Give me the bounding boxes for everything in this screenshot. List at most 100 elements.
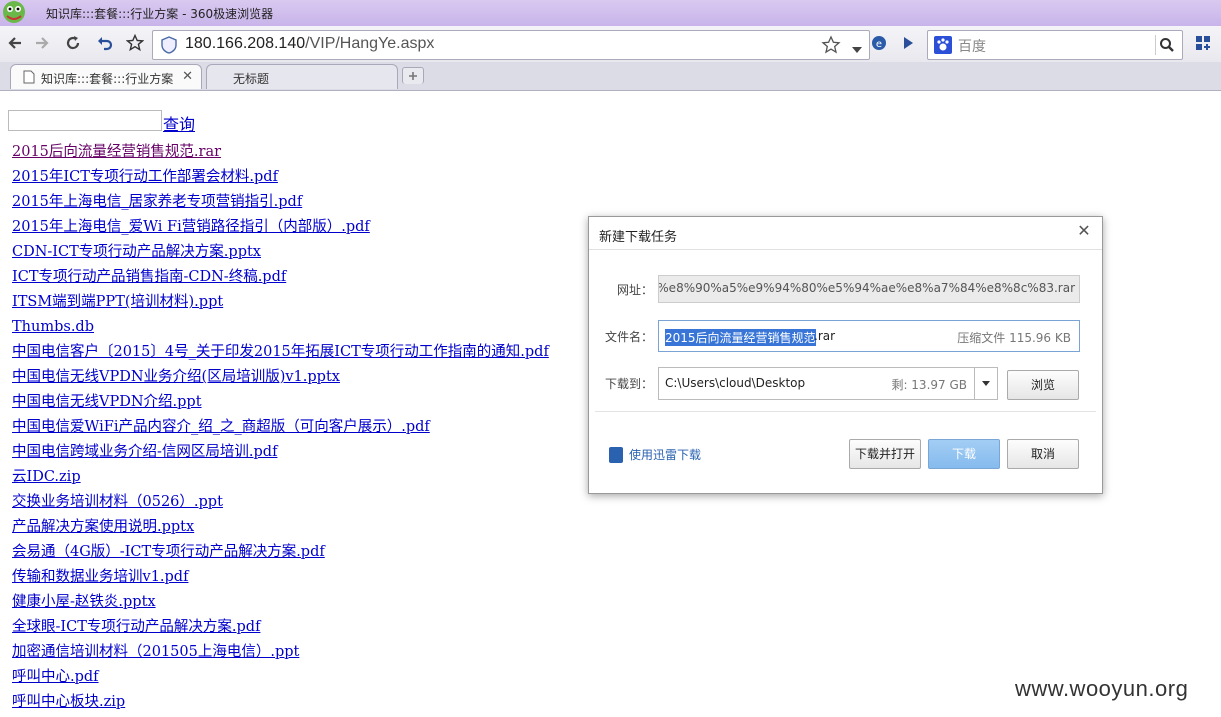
list-item: 2015年上海电信_爱Wi Fi营销路径指引（内部版）.pdf <box>12 217 549 242</box>
new-tab-button[interactable] <box>402 67 424 84</box>
list-item: 呼叫中心板块.zip <box>12 692 549 717</box>
url-field[interactable]: %8f%e8%90%a5%e9%94%80%e5%94%ae%e8%a7%84%… <box>658 275 1080 303</box>
title-bar: 知识库:::套餐:::行业方案 - 360极速浏览器 <box>0 0 1221 26</box>
tab-untitled[interactable]: 无标题 <box>206 64 398 89</box>
file-link[interactable]: 2015年上海电信_居家养老专项营销指引.pdf <box>12 194 302 210</box>
list-item: 2015年上海电信_居家养老专项营销指引.pdf <box>12 192 549 217</box>
search-box[interactable]: 百度 <box>927 30 1183 60</box>
url-text: 180.166.208.140/VIP/HangYe.aspx <box>185 35 435 52</box>
close-icon[interactable]: ✕ <box>1076 223 1092 239</box>
list-item: CDN-ICT专项行动产品解决方案.pptx <box>12 242 549 267</box>
apps-grid-icon[interactable] <box>1190 30 1216 56</box>
use-xunlei-link[interactable]: 使用迅雷下载 <box>609 446 701 463</box>
file-link[interactable]: CDN-ICT专项行动产品解决方案.pptx <box>12 244 261 260</box>
play-icon[interactable] <box>895 30 921 56</box>
window-title: 知识库:::套餐:::行业方案 - 360极速浏览器 <box>46 7 274 21</box>
list-item: 健康小屋-赵铁炎.pptx <box>12 592 549 617</box>
file-link[interactable]: 2015年上海电信_爱Wi Fi营销路径指引（内部版）.pdf <box>12 219 370 235</box>
file-link[interactable]: 交换业务培训材料（0526）.ppt <box>12 494 223 510</box>
list-item: 中国电信爱WiFi产品内容介_绍_之_商超版（可向客户展示）.pdf <box>12 417 549 442</box>
download-and-open-button[interactable]: 下载并打开 <box>849 439 921 469</box>
file-link[interactable]: 会易通（4G版）-ICT专项行动产品解决方案.pdf <box>12 544 325 560</box>
list-item: ICT专项行动产品销售指南-CDN-终稿.pdf <box>12 267 549 292</box>
dialog-title: 新建下载任务 <box>599 230 678 245</box>
back-icon[interactable] <box>2 30 28 56</box>
bookmark-star-icon[interactable] <box>821 35 841 59</box>
browse-button[interactable]: 浏览 <box>1007 370 1079 400</box>
tab-close-icon[interactable]: ✕ <box>182 69 193 84</box>
file-link[interactable]: 呼叫中心.pdf <box>12 669 99 685</box>
download-button[interactable]: 下载 <box>928 439 1000 469</box>
save-path-field[interactable]: C:\Users\cloud\Desktop 剩: 13.97 GB <box>658 367 998 400</box>
tab-label: 无标题 <box>233 72 270 86</box>
list-item: ITSM端到端PPT(培训材料).ppt <box>12 292 549 317</box>
save-path-value: C:\Users\cloud\Desktop <box>665 376 806 390</box>
plus-icon <box>409 72 417 80</box>
address-bar[interactable]: 180.166.208.140/VIP/HangYe.aspx <box>152 30 870 60</box>
forward-icon[interactable] <box>29 30 55 56</box>
xunlei-label: 使用迅雷下载 <box>629 448 702 462</box>
file-link[interactable]: 中国电信爱WiFi产品内容介_绍_之_商超版（可向客户展示）.pdf <box>12 419 430 435</box>
list-item: 中国电信跨域业务介绍-信网区局培训.pdf <box>12 442 549 467</box>
file-link[interactable]: 呼叫中心板块.zip <box>12 694 125 710</box>
list-item: Thumbs.db <box>12 317 549 342</box>
file-link[interactable]: 中国电信无线VPDN介绍.ppt <box>12 394 202 410</box>
filename-label: 文件名： <box>605 330 654 344</box>
search-icon[interactable] <box>1155 35 1178 55</box>
filename-field[interactable]: 2015后向流量经营销售规范 .rar 压缩文件 115.96 KB <box>658 320 1080 352</box>
browser-logo-icon <box>0 0 32 26</box>
filename-selected-text: 2015后向流量经营销售规范 <box>665 329 816 346</box>
list-item: 中国电信无线VPDN介绍.ppt <box>12 392 549 417</box>
file-link[interactable]: 云IDC.zip <box>12 469 81 485</box>
list-item: 传输和数据业务培训v1.pdf <box>12 567 549 592</box>
cancel-button[interactable]: 取消 <box>1007 439 1079 469</box>
file-list: 2015后向流量经营销售规范.rar 2015年ICT专项行动工作部署会材料.pd… <box>12 142 549 717</box>
file-link[interactable]: 中国电信跨域业务介绍-信网区局培训.pdf <box>12 444 277 460</box>
tab-strip: 知识库:::套餐:::行业方案 ✕ 无标题 <box>0 62 1221 91</box>
tab-label: 知识库:::套餐:::行业方案 <box>41 72 174 86</box>
download-dialog: 新建下载任务 ✕ 网址： %8f%e8%90%a5%e9%94%80%e5%94… <box>588 216 1103 494</box>
page-icon <box>23 70 35 87</box>
file-link[interactable]: 2015后向流量经营销售规范.rar <box>12 144 221 160</box>
query-link[interactable]: 查询 <box>163 111 195 135</box>
file-link[interactable]: ITSM端到端PPT(培训材料).ppt <box>12 294 223 310</box>
file-link[interactable]: 健康小屋-赵铁炎.pptx <box>12 594 156 610</box>
watermark: www.wooyun.org <box>1015 676 1189 701</box>
favorite-star-icon[interactable] <box>122 30 148 56</box>
address-dropdown-icon[interactable] <box>851 40 863 59</box>
list-item: 2015后向流量经营销售规范.rar <box>12 142 549 167</box>
undo-close-icon[interactable] <box>92 30 118 56</box>
chevron-down-icon[interactable] <box>974 368 997 399</box>
file-link[interactable]: 2015年ICT专项行动工作部署会材料.pdf <box>12 169 278 185</box>
browser-toolbar: 180.166.208.140/VIP/HangYe.aspx e 百度 <box>0 26 1221 62</box>
save-to-label: 下载到： <box>605 377 654 391</box>
file-link[interactable]: 中国电信客户〔2015〕4号_关于印发2015年拓展ICT专项行动工作指南的通知… <box>12 344 549 360</box>
list-item: 加密通信培训材料（201505上海电信）.ppt <box>12 642 549 667</box>
security-shield-icon <box>161 36 177 58</box>
list-item: 产品解决方案使用说明.pptx <box>12 517 549 542</box>
list-item: 呼叫中心.pdf <box>12 667 549 692</box>
tab-active[interactable]: 知识库:::套餐:::行业方案 ✕ <box>10 64 202 89</box>
file-link[interactable]: 全球眼-ICT专项行动产品解决方案.pdf <box>12 619 260 635</box>
url-value: %8f%e8%90%a5%e9%94%80%e5%94%ae%e8%a7%84%… <box>658 281 1075 295</box>
xunlei-icon <box>609 447 623 463</box>
file-link[interactable]: 加密通信培训材料（201505上海电信）.ppt <box>12 644 299 660</box>
list-item: 中国电信客户〔2015〕4号_关于印发2015年拓展ICT专项行动工作指南的通知… <box>12 342 549 367</box>
ie-mode-icon[interactable]: e <box>866 30 892 56</box>
divider <box>595 411 1096 412</box>
free-space: 剩: 13.97 GB <box>891 378 967 392</box>
file-link[interactable]: Thumbs.db <box>12 319 94 335</box>
reload-icon[interactable] <box>60 30 86 56</box>
list-item: 会易通（4G版）-ICT专项行动产品解决方案.pdf <box>12 542 549 567</box>
list-item: 全球眼-ICT专项行动产品解决方案.pdf <box>12 617 549 642</box>
url-label: 网址： <box>616 283 653 297</box>
list-item: 中国电信无线VPDN业务介绍(区局培训版)v1.pptx <box>12 367 549 392</box>
file-size-info: 压缩文件 115.96 KB <box>957 331 1071 345</box>
query-input[interactable] <box>8 110 162 131</box>
file-link[interactable]: ICT专项行动产品销售指南-CDN-终稿.pdf <box>12 269 286 285</box>
file-link[interactable]: 中国电信无线VPDN业务介绍(区局培训版)v1.pptx <box>12 369 340 385</box>
svg-text:e: e <box>876 39 882 50</box>
file-link[interactable]: 产品解决方案使用说明.pptx <box>12 519 194 535</box>
file-link[interactable]: 传输和数据业务培训v1.pdf <box>12 569 188 585</box>
search-placeholder: 百度 <box>958 39 986 55</box>
